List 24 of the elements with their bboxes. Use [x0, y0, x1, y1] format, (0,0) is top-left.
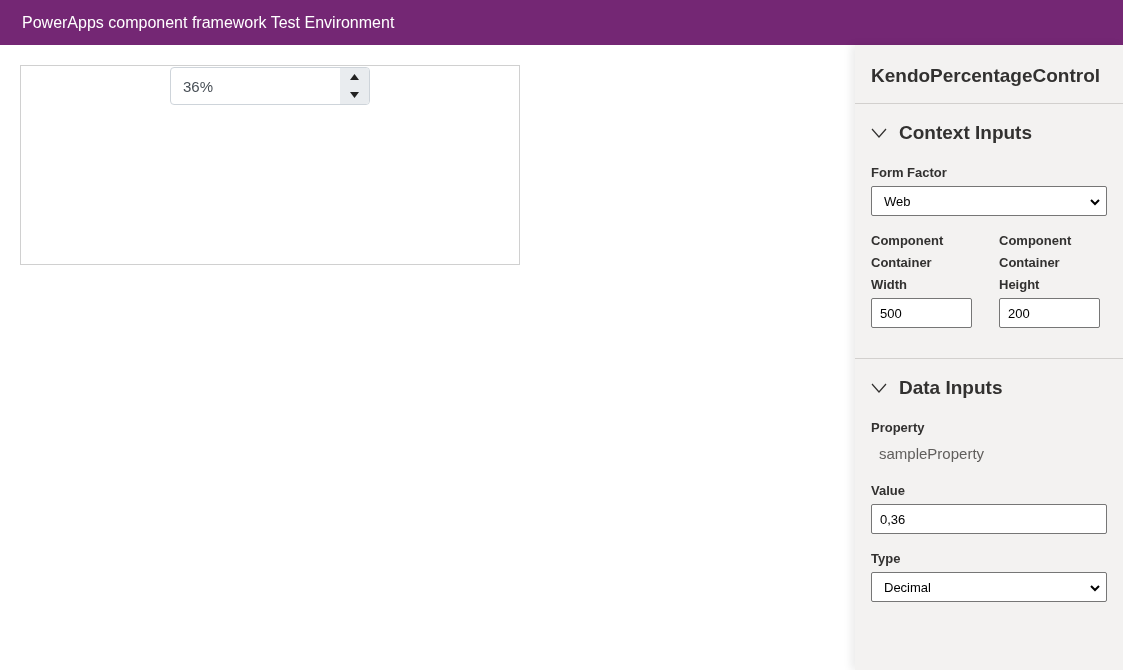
- number-input[interactable]: 500: [871, 298, 972, 328]
- numeric-field[interactable]: 36%: [170, 67, 370, 105]
- section-title: Data Inputs: [899, 377, 1003, 399]
- number-input[interactable]: 200: [999, 298, 1100, 328]
- dropdown[interactable]: Decimal: [871, 572, 1107, 602]
- value-input[interactable]: 0,36: [871, 504, 1107, 534]
- section-title: Context Inputs: [899, 122, 1032, 144]
- field-label: Property: [871, 419, 926, 437]
- dropdown[interactable]: Web: [871, 186, 1107, 216]
- field-label: Value: [871, 482, 906, 500]
- field-label: Form Factor: [871, 164, 948, 182]
- percentage-input[interactable]: 36%: [171, 68, 340, 104]
- caret-icon: [1090, 584, 1100, 592]
- field-label: Type: [871, 550, 902, 568]
- up-triangle-icon: [350, 74, 359, 80]
- panel-title: KendoPercentageControl: [870, 64, 1102, 88]
- field-label: Component Container Width: [871, 232, 945, 294]
- down-triangle-icon: [350, 92, 359, 98]
- caret-icon: [1090, 198, 1100, 206]
- property-name: sampleProperty: [878, 444, 986, 464]
- field-label: Component Container Height: [999, 232, 1073, 294]
- chevron-icon[interactable]: [871, 128, 887, 138]
- app-title: PowerApps component framework Test Environment: [22, 13, 395, 32]
- chevron-icon[interactable]: [871, 383, 887, 393]
